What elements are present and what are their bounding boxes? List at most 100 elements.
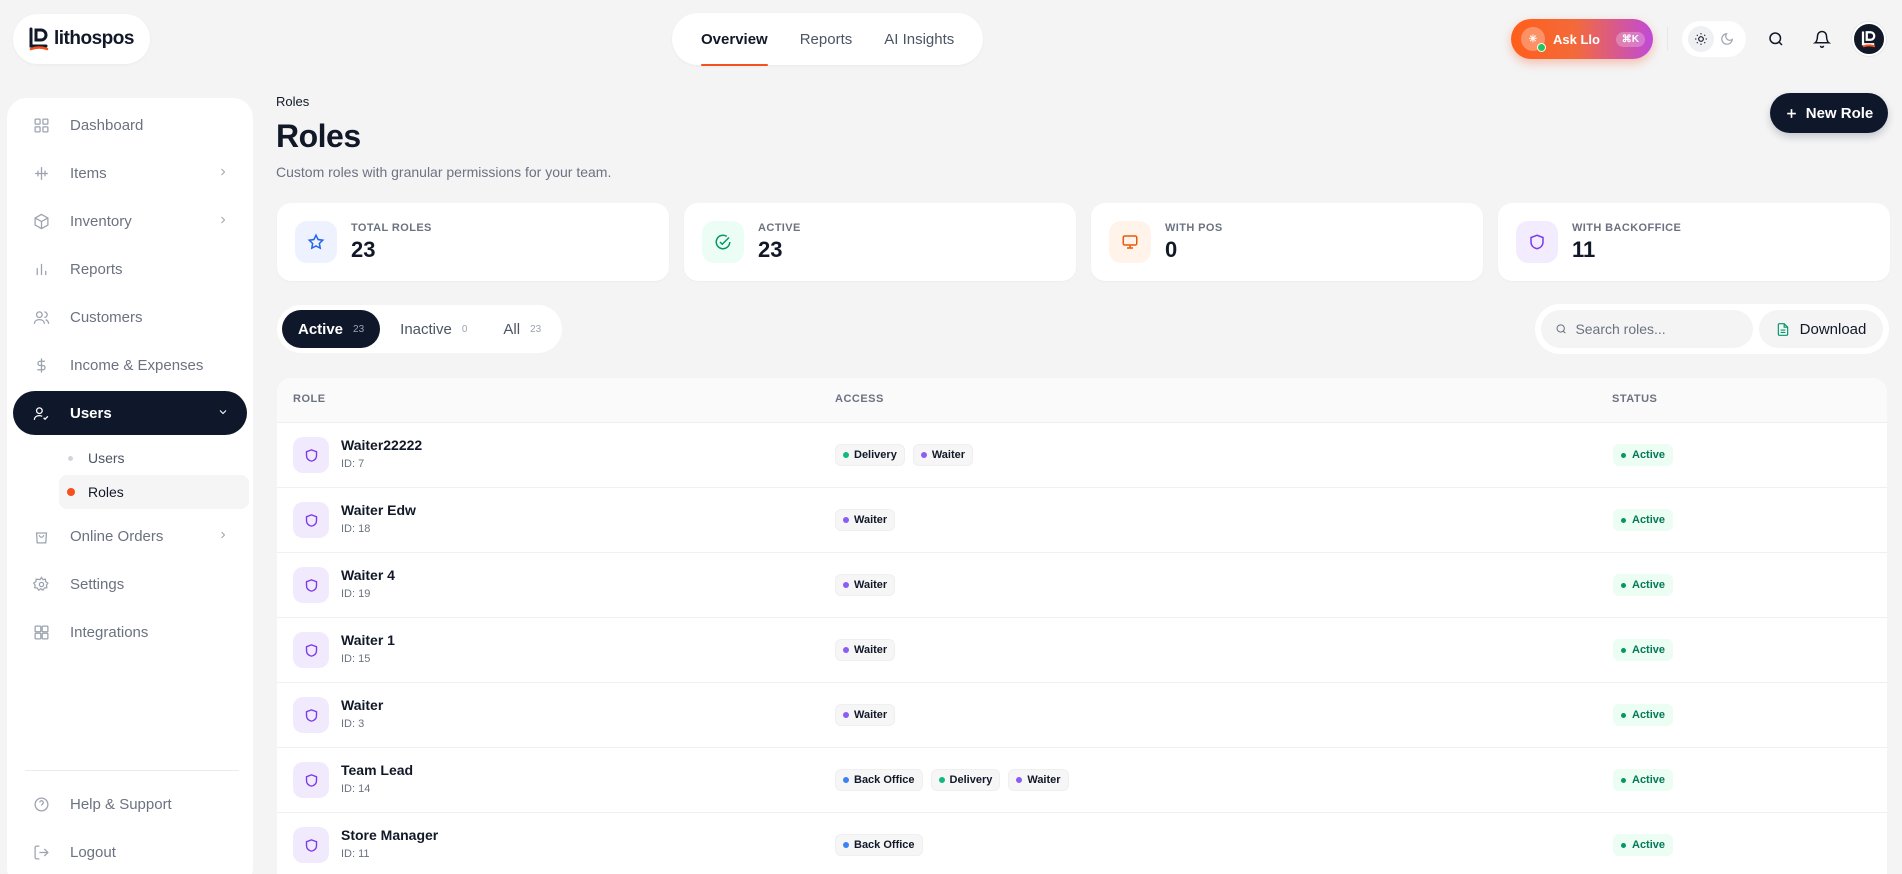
filter-tab-label: Inactive bbox=[400, 320, 452, 338]
sparkle-icon: ✳ bbox=[1521, 27, 1546, 52]
access-list: Waiter bbox=[835, 509, 896, 531]
moon-icon[interactable] bbox=[1714, 26, 1740, 52]
sidebar-item-reports[interactable]: Reports bbox=[13, 247, 247, 291]
access-chip: Waiter bbox=[835, 509, 896, 531]
new-role-button[interactable]: New Role bbox=[1770, 93, 1888, 133]
file-icon bbox=[1777, 322, 1788, 336]
sidebar-item-customers[interactable]: Customers bbox=[13, 295, 247, 339]
bell-icon[interactable] bbox=[1806, 23, 1838, 55]
dollar-icon bbox=[37, 357, 46, 373]
star-icon bbox=[295, 221, 337, 263]
customers-icon bbox=[33, 310, 50, 324]
ask-llo-button[interactable]: ✳ Ask Llo ⌘K bbox=[1511, 19, 1653, 59]
tab-reports[interactable]: Reports bbox=[800, 31, 853, 48]
access-chip: Waiter bbox=[835, 639, 896, 661]
access-dot bbox=[843, 582, 849, 588]
sidebar-item-income-expenses[interactable]: Income & Expenses bbox=[13, 343, 247, 387]
sidebar-item-integrations[interactable]: Integrations bbox=[13, 610, 247, 654]
stat-card-active: Active 23 bbox=[684, 203, 1076, 281]
filter-tab-active[interactable]: Active 23 bbox=[282, 310, 381, 348]
table-row[interactable]: Waiter Edw ID: 18 Waiter Active bbox=[277, 488, 1887, 553]
role-id: ID: 18 bbox=[341, 523, 371, 535]
status-filter-tabs: Active 23 Inactive 0 All 23 bbox=[277, 305, 563, 353]
sidebar-subitem-label: Roles bbox=[88, 484, 124, 500]
search-box[interactable] bbox=[1541, 310, 1753, 348]
access-chip-label: Waiter bbox=[854, 579, 888, 591]
avatar[interactable] bbox=[1852, 22, 1886, 56]
sidebar-item-dashboard[interactable]: Dashboard bbox=[13, 103, 247, 147]
table-row[interactable]: Store Manager ID: 11 Back Office Active bbox=[277, 813, 1887, 874]
sidebar-subitem-roles[interactable]: Roles bbox=[59, 475, 249, 509]
table-body: Waiter22222 ID: 7 Delivery Waiter Active Wait… bbox=[277, 423, 1887, 874]
logo-text: lithospos bbox=[54, 28, 134, 49]
table-row[interactable]: Team Lead ID: 14 Back Office Delivery Waiter… bbox=[277, 748, 1887, 813]
sidebar-item-label: Items bbox=[70, 164, 107, 182]
download-label: Download bbox=[1799, 320, 1867, 338]
sidebar-item-items[interactable]: Items bbox=[13, 151, 247, 195]
chevron-right-icon bbox=[221, 168, 226, 176]
shield-icon bbox=[293, 567, 329, 603]
status-badge: Active bbox=[1613, 769, 1674, 791]
access-dot bbox=[843, 647, 849, 653]
role-id: ID: 15 bbox=[341, 653, 371, 665]
chevron-right-icon bbox=[221, 216, 226, 224]
download-button[interactable]: Download bbox=[1759, 310, 1883, 348]
search-input[interactable] bbox=[1575, 321, 1739, 337]
access-chip: Back Office bbox=[835, 769, 923, 791]
stat-card-total-roles: Total Roles 23 bbox=[277, 203, 669, 281]
sidebar-subitem-users[interactable]: Users bbox=[59, 441, 249, 475]
role-name: Waiter Edw bbox=[341, 502, 416, 518]
status-badge: Active bbox=[1613, 834, 1674, 856]
help-icon bbox=[34, 796, 49, 812]
stat-value: 0 bbox=[1165, 236, 1178, 262]
shopping-bag-icon bbox=[35, 531, 48, 544]
status-label: Active bbox=[1632, 579, 1666, 591]
logo[interactable]: lithospos bbox=[13, 14, 150, 64]
sidebar-item-online-orders[interactable]: Online Orders bbox=[13, 514, 247, 558]
access-list: Back Office bbox=[835, 834, 923, 856]
sun-icon[interactable] bbox=[1688, 26, 1714, 52]
sidebar-item-users[interactable]: Users bbox=[13, 391, 247, 435]
sidebar-item-label: Online Orders bbox=[70, 527, 164, 545]
column-header-role: ROLE bbox=[293, 393, 326, 405]
filter-tab-count: 23 bbox=[353, 323, 365, 335]
role-name: Team Lead bbox=[341, 762, 414, 778]
access-dot bbox=[938, 777, 945, 783]
stat-label: With Backoffice bbox=[1572, 221, 1682, 234]
status-label: Active bbox=[1632, 839, 1666, 851]
sidebar-item-logout[interactable]: Logout bbox=[13, 830, 247, 874]
status-label: Active bbox=[1632, 709, 1666, 721]
access-chip-label: Waiter bbox=[1027, 774, 1061, 786]
filter-tab-all[interactable]: All 23 bbox=[487, 310, 557, 348]
role-id: ID: 19 bbox=[341, 588, 371, 600]
stat-card-with-pos: With POS 0 bbox=[1091, 203, 1483, 281]
access-list: Back Office Delivery Waiter bbox=[835, 769, 1069, 791]
active-dot bbox=[67, 488, 75, 496]
sidebar-item-inventory[interactable]: Inventory bbox=[13, 199, 247, 243]
table-row[interactable]: Waiter 1 ID: 15 Waiter Active bbox=[277, 618, 1887, 683]
sidebar-item-help[interactable]: Help & Support bbox=[13, 782, 247, 826]
theme-toggle[interactable] bbox=[1682, 21, 1746, 57]
table-row[interactable]: Waiter 4 ID: 19 Waiter Active bbox=[277, 553, 1887, 618]
tab-ai-insights[interactable]: AI Insights bbox=[884, 31, 954, 48]
shield-icon bbox=[293, 762, 329, 798]
table-row[interactable]: Waiter ID: 3 Waiter Active bbox=[277, 683, 1887, 748]
filter-tab-label: All bbox=[503, 320, 521, 338]
access-list: Delivery Waiter bbox=[835, 444, 974, 466]
filter-tab-inactive[interactable]: Inactive 0 bbox=[384, 310, 483, 348]
access-chip: Back Office bbox=[835, 834, 923, 856]
breadcrumb[interactable]: Roles bbox=[276, 94, 309, 109]
items-icon bbox=[35, 166, 48, 180]
sidebar-item-label: Integrations bbox=[70, 623, 149, 641]
sidebar-item-settings[interactable]: Settings bbox=[13, 562, 247, 606]
status-badge: Active bbox=[1613, 704, 1674, 726]
shield-icon bbox=[293, 502, 329, 538]
filter-tab-label: Active bbox=[298, 320, 344, 338]
table-row[interactable]: Waiter22222 ID: 7 Delivery Waiter Active bbox=[277, 423, 1887, 488]
users-icon bbox=[33, 406, 49, 420]
tab-overview[interactable]: Overview bbox=[701, 31, 768, 66]
access-chip: Waiter bbox=[1008, 769, 1069, 791]
search-icon[interactable] bbox=[1760, 23, 1792, 55]
stat-value: 23 bbox=[758, 236, 783, 262]
access-chip-label: Waiter bbox=[854, 709, 888, 721]
